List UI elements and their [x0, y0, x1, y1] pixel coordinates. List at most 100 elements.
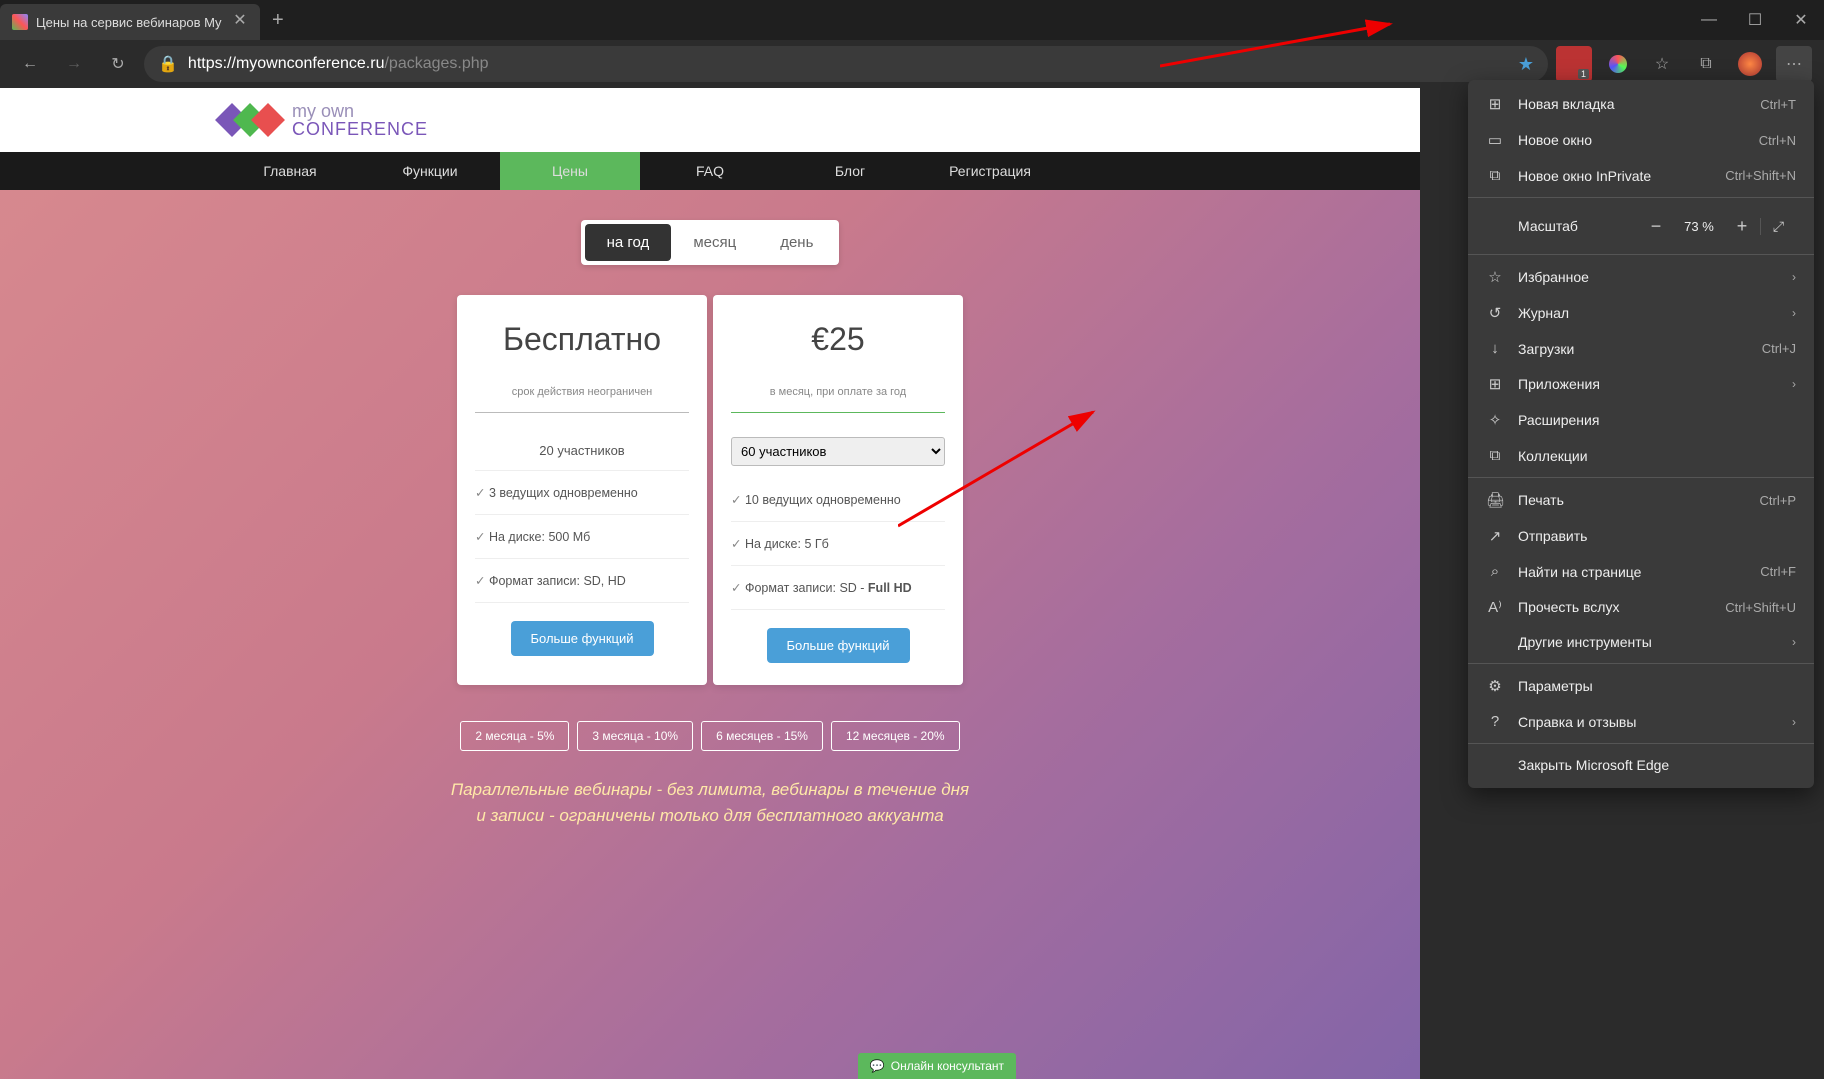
participants-select[interactable]: 60 участников — [731, 437, 945, 466]
share-icon: ↗ — [1486, 527, 1504, 545]
collections-icon[interactable]: ⧉ — [1688, 46, 1724, 82]
logo-diamond-icon — [251, 103, 285, 137]
chevron-right-icon: › — [1792, 377, 1796, 391]
menu-find[interactable]: ⌕Найти на страницеCtrl+F — [1468, 554, 1814, 589]
chevron-right-icon: › — [1792, 306, 1796, 320]
extensions-icon: ✧ — [1486, 411, 1504, 429]
favorite-star-icon[interactable]: ★ — [1518, 54, 1534, 75]
close-window-button[interactable]: ✕ — [1778, 2, 1824, 38]
zoom-label: Масштаб — [1486, 218, 1638, 234]
discount-badge[interactable]: 6 месяцев - 15% — [701, 721, 823, 751]
menu-zoom-row: Масштаб − 73 % + ⤢ — [1468, 202, 1814, 250]
pricing-cards: Бесплатно срок действия неограничен 20 у… — [0, 295, 1420, 685]
maximize-button[interactable]: ☐ — [1732, 2, 1778, 38]
minimize-button[interactable]: — — [1686, 2, 1732, 38]
browser-tab[interactable]: Цены на сервис вебинаров My ✕ — [0, 4, 260, 40]
browser-chrome: Цены на сервис вебинаров My ✕ + — ☐ ✕ ← … — [0, 0, 1824, 88]
find-icon: ⌕ — [1486, 563, 1504, 580]
site-header: my own CONFERENCE — [0, 88, 1420, 152]
period-tabs: на год месяц день — [0, 220, 1420, 265]
card-feature: 10 ведущих одновременно — [731, 478, 945, 522]
pricing-card-free: Бесплатно срок действия неограничен 20 у… — [457, 295, 707, 685]
url-path: /packages.php — [384, 55, 488, 72]
menu-more-tools[interactable]: Другие инструменты› — [1468, 625, 1814, 659]
nav-faq[interactable]: FAQ — [640, 152, 780, 190]
download-icon: ↓ — [1486, 340, 1504, 357]
profile-icon[interactable] — [1732, 46, 1768, 82]
card-title: Бесплатно — [475, 321, 689, 358]
ublock-extension-icon[interactable]: 1 — [1556, 46, 1592, 82]
favicon-icon — [12, 14, 28, 30]
card-subtitle: срок действия неограничен — [475, 386, 689, 413]
online-chat-button[interactable]: 💬 Онлайн консультант — [858, 1053, 1016, 1079]
zoom-value: 73 % — [1674, 219, 1724, 234]
menu-settings[interactable]: ⚙Параметры — [1468, 668, 1814, 704]
logo-text-2: CONFERENCE — [292, 120, 428, 138]
card-feature: Формат записи: SD, HD — [475, 559, 689, 603]
menu-read-aloud[interactable]: A⁾Прочесть вслухCtrl+Shift+U — [1468, 589, 1814, 625]
inprivate-icon: ⧉ — [1486, 167, 1504, 184]
more-features-button[interactable]: Больше функций — [511, 621, 654, 656]
discount-badge[interactable]: 12 месяцев - 20% — [831, 721, 960, 751]
menu-collections[interactable]: ⧉Коллекции — [1468, 438, 1814, 473]
nav-home[interactable]: Главная — [220, 152, 360, 190]
nav-pricing[interactable]: Цены — [500, 152, 640, 190]
card-participants: 20 участников — [475, 431, 689, 471]
tab-title: Цены на сервис вебинаров My — [36, 15, 224, 30]
more-features-button[interactable]: Больше функций — [767, 628, 910, 663]
nav-register[interactable]: Регистрация — [920, 152, 1060, 190]
period-day[interactable]: день — [758, 224, 835, 261]
favorites-icon[interactable]: ☆ — [1644, 46, 1680, 82]
fullscreen-button[interactable]: ⤢ — [1760, 218, 1796, 235]
help-icon: ? — [1486, 713, 1504, 730]
zoom-out-button[interactable]: − — [1638, 210, 1674, 242]
menu-history[interactable]: ↺Журнал› — [1468, 295, 1814, 331]
print-icon: 🖨 — [1486, 491, 1504, 509]
site-logo[interactable]: my own CONFERENCE — [220, 102, 428, 138]
discount-badges: 2 месяца - 5% 3 месяца - 10% 6 месяцев -… — [0, 721, 1420, 751]
chat-icon: 💬 — [870, 1059, 885, 1073]
discount-badge[interactable]: 2 месяца - 5% — [460, 721, 569, 751]
close-icon[interactable]: ✕ — [232, 14, 248, 30]
bottom-promo-text: Параллельные вебинары - без лимита, веби… — [0, 777, 1420, 828]
discount-badge[interactable]: 3 месяца - 10% — [577, 721, 693, 751]
card-feature: На диске: 500 Мб — [475, 515, 689, 559]
edge-menu: ⊞Новая вкладкаCtrl+T ▭Новое окноCtrl+N ⧉… — [1468, 80, 1814, 788]
menu-extensions[interactable]: ✧Расширения — [1468, 402, 1814, 438]
card-feature: На диске: 5 Гб — [731, 522, 945, 566]
site-nav: Главная Функции Цены FAQ Блог Регистраци… — [0, 152, 1420, 190]
nav-features[interactable]: Функции — [360, 152, 500, 190]
settings-menu-button[interactable]: ⋯ — [1776, 46, 1812, 82]
url-host: https://myownconference.ru — [188, 55, 385, 72]
chevron-right-icon: › — [1792, 270, 1796, 284]
card-feature: Формат записи: SD - Full HD — [731, 566, 945, 610]
menu-help[interactable]: ?Справка и отзывы› — [1468, 704, 1814, 739]
menu-downloads[interactable]: ↓ЗагрузкиCtrl+J — [1468, 331, 1814, 366]
new-tab-button[interactable]: + — [260, 9, 296, 32]
url-box[interactable]: 🔒 https://myownconference.ru/packages.ph… — [144, 46, 1548, 82]
newwin-icon: ▭ — [1486, 131, 1504, 149]
menu-new-inprivate[interactable]: ⧉Новое окно InPrivateCtrl+Shift+N — [1468, 158, 1814, 193]
forward-button[interactable]: → — [56, 46, 92, 82]
refresh-button[interactable]: ↻ — [100, 46, 136, 82]
menu-print[interactable]: 🖨ПечатьCtrl+P — [1468, 482, 1814, 518]
apps-icon: ⊞ — [1486, 375, 1504, 393]
menu-apps[interactable]: ⊞Приложения› — [1468, 366, 1814, 402]
menu-close-edge[interactable]: Закрыть Microsoft Edge — [1468, 748, 1814, 782]
newtab-icon: ⊞ — [1486, 95, 1504, 113]
window-controls: — ☐ ✕ — [1686, 2, 1824, 38]
extension-icon[interactable] — [1600, 46, 1636, 82]
menu-new-window[interactable]: ▭Новое окноCtrl+N — [1468, 122, 1814, 158]
menu-favorites[interactable]: ☆Избранное› — [1468, 259, 1814, 295]
period-year[interactable]: на год — [585, 224, 672, 261]
card-subtitle: в месяц, при оплате за год — [731, 386, 945, 413]
back-button[interactable]: ← — [12, 46, 48, 82]
menu-new-tab[interactable]: ⊞Новая вкладкаCtrl+T — [1468, 86, 1814, 122]
pricing-card-paid: €25 в месяц, при оплате за год 60 участн… — [713, 295, 963, 685]
chevron-right-icon: › — [1792, 715, 1796, 729]
nav-blog[interactable]: Блог — [780, 152, 920, 190]
tab-bar: Цены на сервис вебинаров My ✕ + — ☐ ✕ — [0, 0, 1824, 40]
zoom-in-button[interactable]: + — [1724, 210, 1760, 242]
period-month[interactable]: месяц — [671, 224, 758, 261]
menu-share[interactable]: ↗Отправить — [1468, 518, 1814, 554]
